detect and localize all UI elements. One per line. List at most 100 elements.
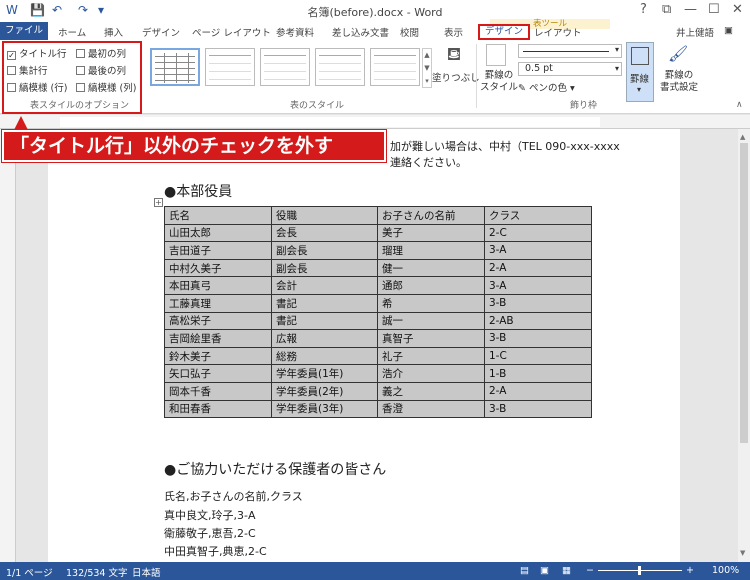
- table-cell[interactable]: 通郎: [377, 276, 485, 295]
- tab-design[interactable]: デザイン: [142, 25, 180, 39]
- table-cell[interactable]: 3-A: [484, 276, 592, 295]
- table-cell[interactable]: 和田春香: [164, 399, 272, 419]
- table-cell[interactable]: 1-B: [484, 364, 592, 383]
- save-icon[interactable]: 💾: [30, 3, 45, 17]
- zoom-out-icon[interactable]: −: [586, 565, 594, 576]
- total-row-checkbox[interactable]: 集計行: [7, 63, 48, 77]
- table-header-cell[interactable]: クラス: [484, 206, 592, 225]
- borders-button[interactable]: 罫線 ▾: [626, 42, 654, 102]
- pen-color-button[interactable]: ✎ ペンの色 ▾: [518, 80, 575, 94]
- page-count[interactable]: 1/1 ページ: [6, 565, 53, 579]
- table-header-cell[interactable]: 氏名: [164, 206, 272, 225]
- table-cell[interactable]: 瑠理: [377, 241, 485, 260]
- table-style-grid[interactable]: [150, 48, 200, 86]
- line-weight-dropdown[interactable]: 0.5 pt ▾: [518, 62, 622, 76]
- tab-view[interactable]: 表示: [444, 25, 463, 39]
- table-cell[interactable]: 義之: [377, 381, 485, 401]
- table-cell[interactable]: 2-A: [484, 381, 592, 401]
- shading-button[interactable]: 塗りつぶし: [432, 70, 480, 84]
- banded-columns-checkbox[interactable]: 縞模様 (列): [76, 80, 136, 94]
- maximize-button[interactable]: ☐: [708, 2, 720, 17]
- line-style-dropdown[interactable]: ▾: [518, 44, 622, 58]
- collapse-ribbon-icon[interactable]: ∧: [736, 100, 743, 110]
- table-cell[interactable]: 希: [377, 293, 485, 313]
- table-style-plain-2[interactable]: [260, 48, 310, 86]
- table-row[interactable]: 山田太郎 会長 美子 2-C: [164, 223, 592, 243]
- table-row[interactable]: 岡本千香 学年委員(2年) 義之 2-A: [164, 381, 592, 401]
- table-style-plain-3[interactable]: [315, 48, 365, 86]
- tab-page-layout[interactable]: ページ レイアウト: [192, 25, 271, 39]
- table-cell[interactable]: 3-B: [484, 329, 592, 348]
- table-cell[interactable]: 吉田道子: [164, 241, 272, 260]
- table-cell[interactable]: 副会長: [271, 258, 378, 278]
- table-row[interactable]: 鈴木美子 総務 礼子 1-C: [164, 346, 592, 366]
- web-layout-icon[interactable]: ▦: [562, 565, 571, 576]
- table-cell[interactable]: 1-C: [484, 346, 592, 366]
- zoom-in-icon[interactable]: +: [686, 565, 694, 576]
- last-column-checkbox[interactable]: 最後の列: [76, 63, 126, 77]
- undo-icon[interactable]: ↶: [52, 3, 62, 17]
- language[interactable]: 日本語: [132, 565, 161, 579]
- style-gallery-scroll[interactable]: ▲ ▼ ▾: [422, 48, 432, 88]
- table-cell[interactable]: 2-C: [484, 223, 592, 243]
- tab-references[interactable]: 参考資料: [276, 25, 314, 39]
- table-cell[interactable]: 山田太郎: [164, 223, 272, 243]
- table-cell[interactable]: 岡本千香: [164, 381, 272, 401]
- zoom-level[interactable]: 100%: [712, 565, 739, 576]
- table-cell[interactable]: 学年委員(3年): [271, 399, 378, 419]
- ribbon-display-button[interactable]: ⧉: [662, 2, 671, 17]
- officers-table[interactable]: 氏名 役職 お子さんの名前 クラス 山田太郎 会長 美子 2-C 吉田道子 副会長 瑠理 3-A 中村久…: [164, 206, 592, 419]
- word-count[interactable]: 132/534 文字: [66, 565, 128, 579]
- user-avatar[interactable]: ▣: [724, 25, 733, 36]
- table-cell[interactable]: 2-A: [484, 258, 592, 278]
- paint-bucket-icon[interactable]: ⛾: [440, 44, 468, 68]
- border-styles-button[interactable]: 罫線の スタイル: [480, 70, 518, 94]
- zoom-slider-thumb[interactable]: [638, 566, 641, 575]
- table-row[interactable]: 本田真弓 会計 通郎 3-A: [164, 276, 592, 295]
- table-cell[interactable]: 本田真弓: [164, 276, 272, 295]
- table-cell[interactable]: 香澄: [377, 399, 485, 419]
- tab-insert[interactable]: 挿入: [104, 25, 123, 39]
- table-row[interactable]: 吉岡絵里香 広報 真智子 3-B: [164, 329, 592, 348]
- table-row[interactable]: 吉田道子 副会長 瑠理 3-A: [164, 241, 592, 260]
- close-button[interactable]: ✕: [732, 2, 743, 17]
- table-cell[interactable]: 真智子: [377, 329, 485, 348]
- scrollbar-thumb[interactable]: [740, 143, 748, 443]
- table-cell[interactable]: 学年委員(2年): [271, 381, 378, 401]
- table-cell[interactable]: 誠一: [377, 311, 485, 331]
- tab-file[interactable]: ファイル: [0, 22, 48, 40]
- table-header-row[interactable]: 氏名 役職 お子さんの名前 クラス: [164, 206, 592, 225]
- tab-mailings[interactable]: 差し込み文書: [332, 25, 389, 39]
- redo-icon[interactable]: ↷: [78, 3, 88, 17]
- read-mode-icon[interactable]: ▤: [520, 565, 529, 576]
- header-row-checkbox[interactable]: ✓ タイトル行: [7, 46, 67, 60]
- border-styles-icon[interactable]: [486, 44, 506, 66]
- table-cell[interactable]: 書記: [271, 311, 378, 331]
- vertical-ruler[interactable]: [0, 129, 16, 562]
- table-cell[interactable]: 副会長: [271, 241, 378, 260]
- banded-rows-checkbox[interactable]: 縞模様 (行): [7, 80, 67, 94]
- table-cell[interactable]: 中村久美子: [164, 258, 272, 278]
- table-cell[interactable]: 高松栄子: [164, 311, 272, 331]
- table-cell[interactable]: 2-AB: [484, 311, 592, 331]
- first-column-checkbox[interactable]: 最初の列: [76, 46, 126, 60]
- table-cell[interactable]: 会長: [271, 223, 378, 243]
- table-cell[interactable]: 学年委員(1年): [271, 364, 378, 383]
- table-row[interactable]: 和田春香 学年委員(3年) 香澄 3-B: [164, 399, 592, 419]
- minimize-button[interactable]: —: [684, 2, 697, 17]
- table-cell[interactable]: 3-A: [484, 241, 592, 260]
- table-row[interactable]: 高松栄子 書記 誠一 2-AB: [164, 311, 592, 331]
- user-name[interactable]: 井上健語: [676, 25, 714, 39]
- table-cell[interactable]: 浩介: [377, 364, 485, 383]
- table-style-plain-1[interactable]: [205, 48, 255, 86]
- tab-home[interactable]: ホーム: [58, 25, 86, 39]
- table-cell[interactable]: 3-B: [484, 399, 592, 419]
- tab-table-layout[interactable]: レイアウト: [534, 25, 582, 39]
- tab-review[interactable]: 校閲: [400, 25, 419, 39]
- help-button[interactable]: ?: [640, 2, 647, 17]
- tab-table-design[interactable]: デザイン: [478, 24, 530, 40]
- customize-icon[interactable]: ▾: [98, 3, 104, 17]
- border-painter-button[interactable]: 罫線の 書式設定: [660, 70, 698, 94]
- table-header-cell[interactable]: お子さんの名前: [377, 206, 485, 225]
- vertical-scrollbar[interactable]: ▲ ▼: [738, 129, 750, 562]
